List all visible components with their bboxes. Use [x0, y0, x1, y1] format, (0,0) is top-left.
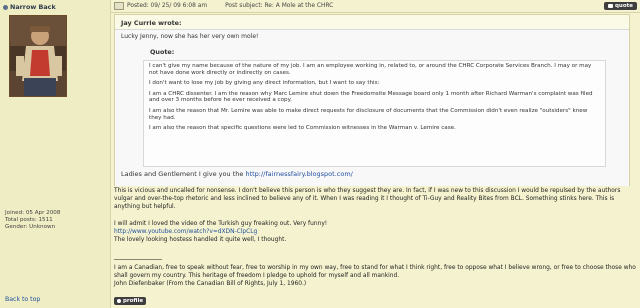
user-info: Joined: 05 Apr 2008 Total posts: 1511 Ge…	[5, 210, 60, 231]
signature-text: I am a Canadian, free to speak without f…	[114, 265, 636, 280]
post-header: Posted: 09/ 25/ 09 6:08 am Post subject:…	[111, 0, 640, 13]
nested-quote-paragraph: I am a CHRC dissenter. I am the reason w…	[149, 90, 593, 104]
signature-attribution: John Diefenbaker (From the Canadian Bill…	[114, 281, 307, 288]
post-subject: Post subject: Re: A Mole at the CHRC	[225, 3, 334, 9]
author-name[interactable]: Narrow Back	[10, 3, 56, 11]
signature-divider	[114, 259, 162, 260]
post-paragraph: I will admit I loved the video of the Tu…	[114, 220, 328, 227]
post-paragraph: This is vicious and uncalled for nonsens…	[114, 188, 621, 211]
quote-closing-text: Ladies and Gentlement I give you the	[121, 170, 244, 178]
quote-content: Lucky Jenny, now she has her very own mo…	[115, 29, 629, 186]
quote-block: Jay Currie wrote: Lucky Jenny, now she h…	[114, 14, 630, 186]
author-header: Narrow Back	[3, 3, 56, 11]
post-paragraph: The lovely looking hostess handled it qu…	[114, 237, 287, 244]
back-to-top-link[interactable]: Back to top	[5, 296, 40, 303]
quote-button-label: quote	[615, 3, 633, 9]
quote-intro: Lucky Jenny, now she has her very own mo…	[121, 33, 259, 40]
avatar-image	[10, 16, 66, 96]
total-posts: Total posts: 1511	[5, 217, 53, 223]
user-dot-icon	[3, 4, 8, 10]
nested-quote: I can't give my name because of the natu…	[143, 60, 606, 167]
nested-quote-paragraph: I am also the reason that specific quest…	[149, 125, 456, 132]
quote-button[interactable]: quote	[604, 2, 637, 10]
quote-icon	[608, 4, 613, 8]
avatar	[9, 15, 67, 97]
posted-date: Posted: 09/ 25/ 09 6:08 am	[127, 3, 208, 9]
signature: I am a Canadian, free to speak without f…	[114, 264, 636, 289]
nested-quote-paragraph: I don't want to lose my job by giving an…	[149, 80, 380, 87]
profile-button-label: profile	[123, 298, 144, 304]
quote-closing: Ladies and Gentlement I give you the htt…	[121, 170, 353, 178]
post-body: Posted: 09/ 25/ 09 6:08 am Post subject:…	[111, 0, 640, 308]
post-icon	[114, 2, 124, 10]
gender: Gender: Unknown	[5, 224, 56, 230]
join-date: Joined: 05 Apr 2008	[5, 210, 61, 216]
nested-quote-paragraph: I am also the reason that Mr. Lemire was…	[149, 107, 588, 121]
blog-link[interactable]: http://fairnessfairy.blogspot.com/	[245, 170, 352, 178]
profile-icon	[117, 299, 121, 303]
author-sidebar: Narrow Back Joined: 05 Apr 2008 Total po…	[0, 0, 111, 308]
post-text: This is vicious and uncalled for nonsens…	[114, 187, 636, 244]
profile-button[interactable]: profile	[114, 297, 147, 305]
nested-quote-paragraph: I can't give my name because of the natu…	[149, 63, 592, 76]
youtube-link[interactable]: http://www.youtube.com/watch?v=dXDN-ClpC…	[114, 229, 257, 235]
quote-author: Jay Currie wrote:	[121, 19, 182, 27]
nested-quote-label: Quote:	[150, 48, 175, 56]
